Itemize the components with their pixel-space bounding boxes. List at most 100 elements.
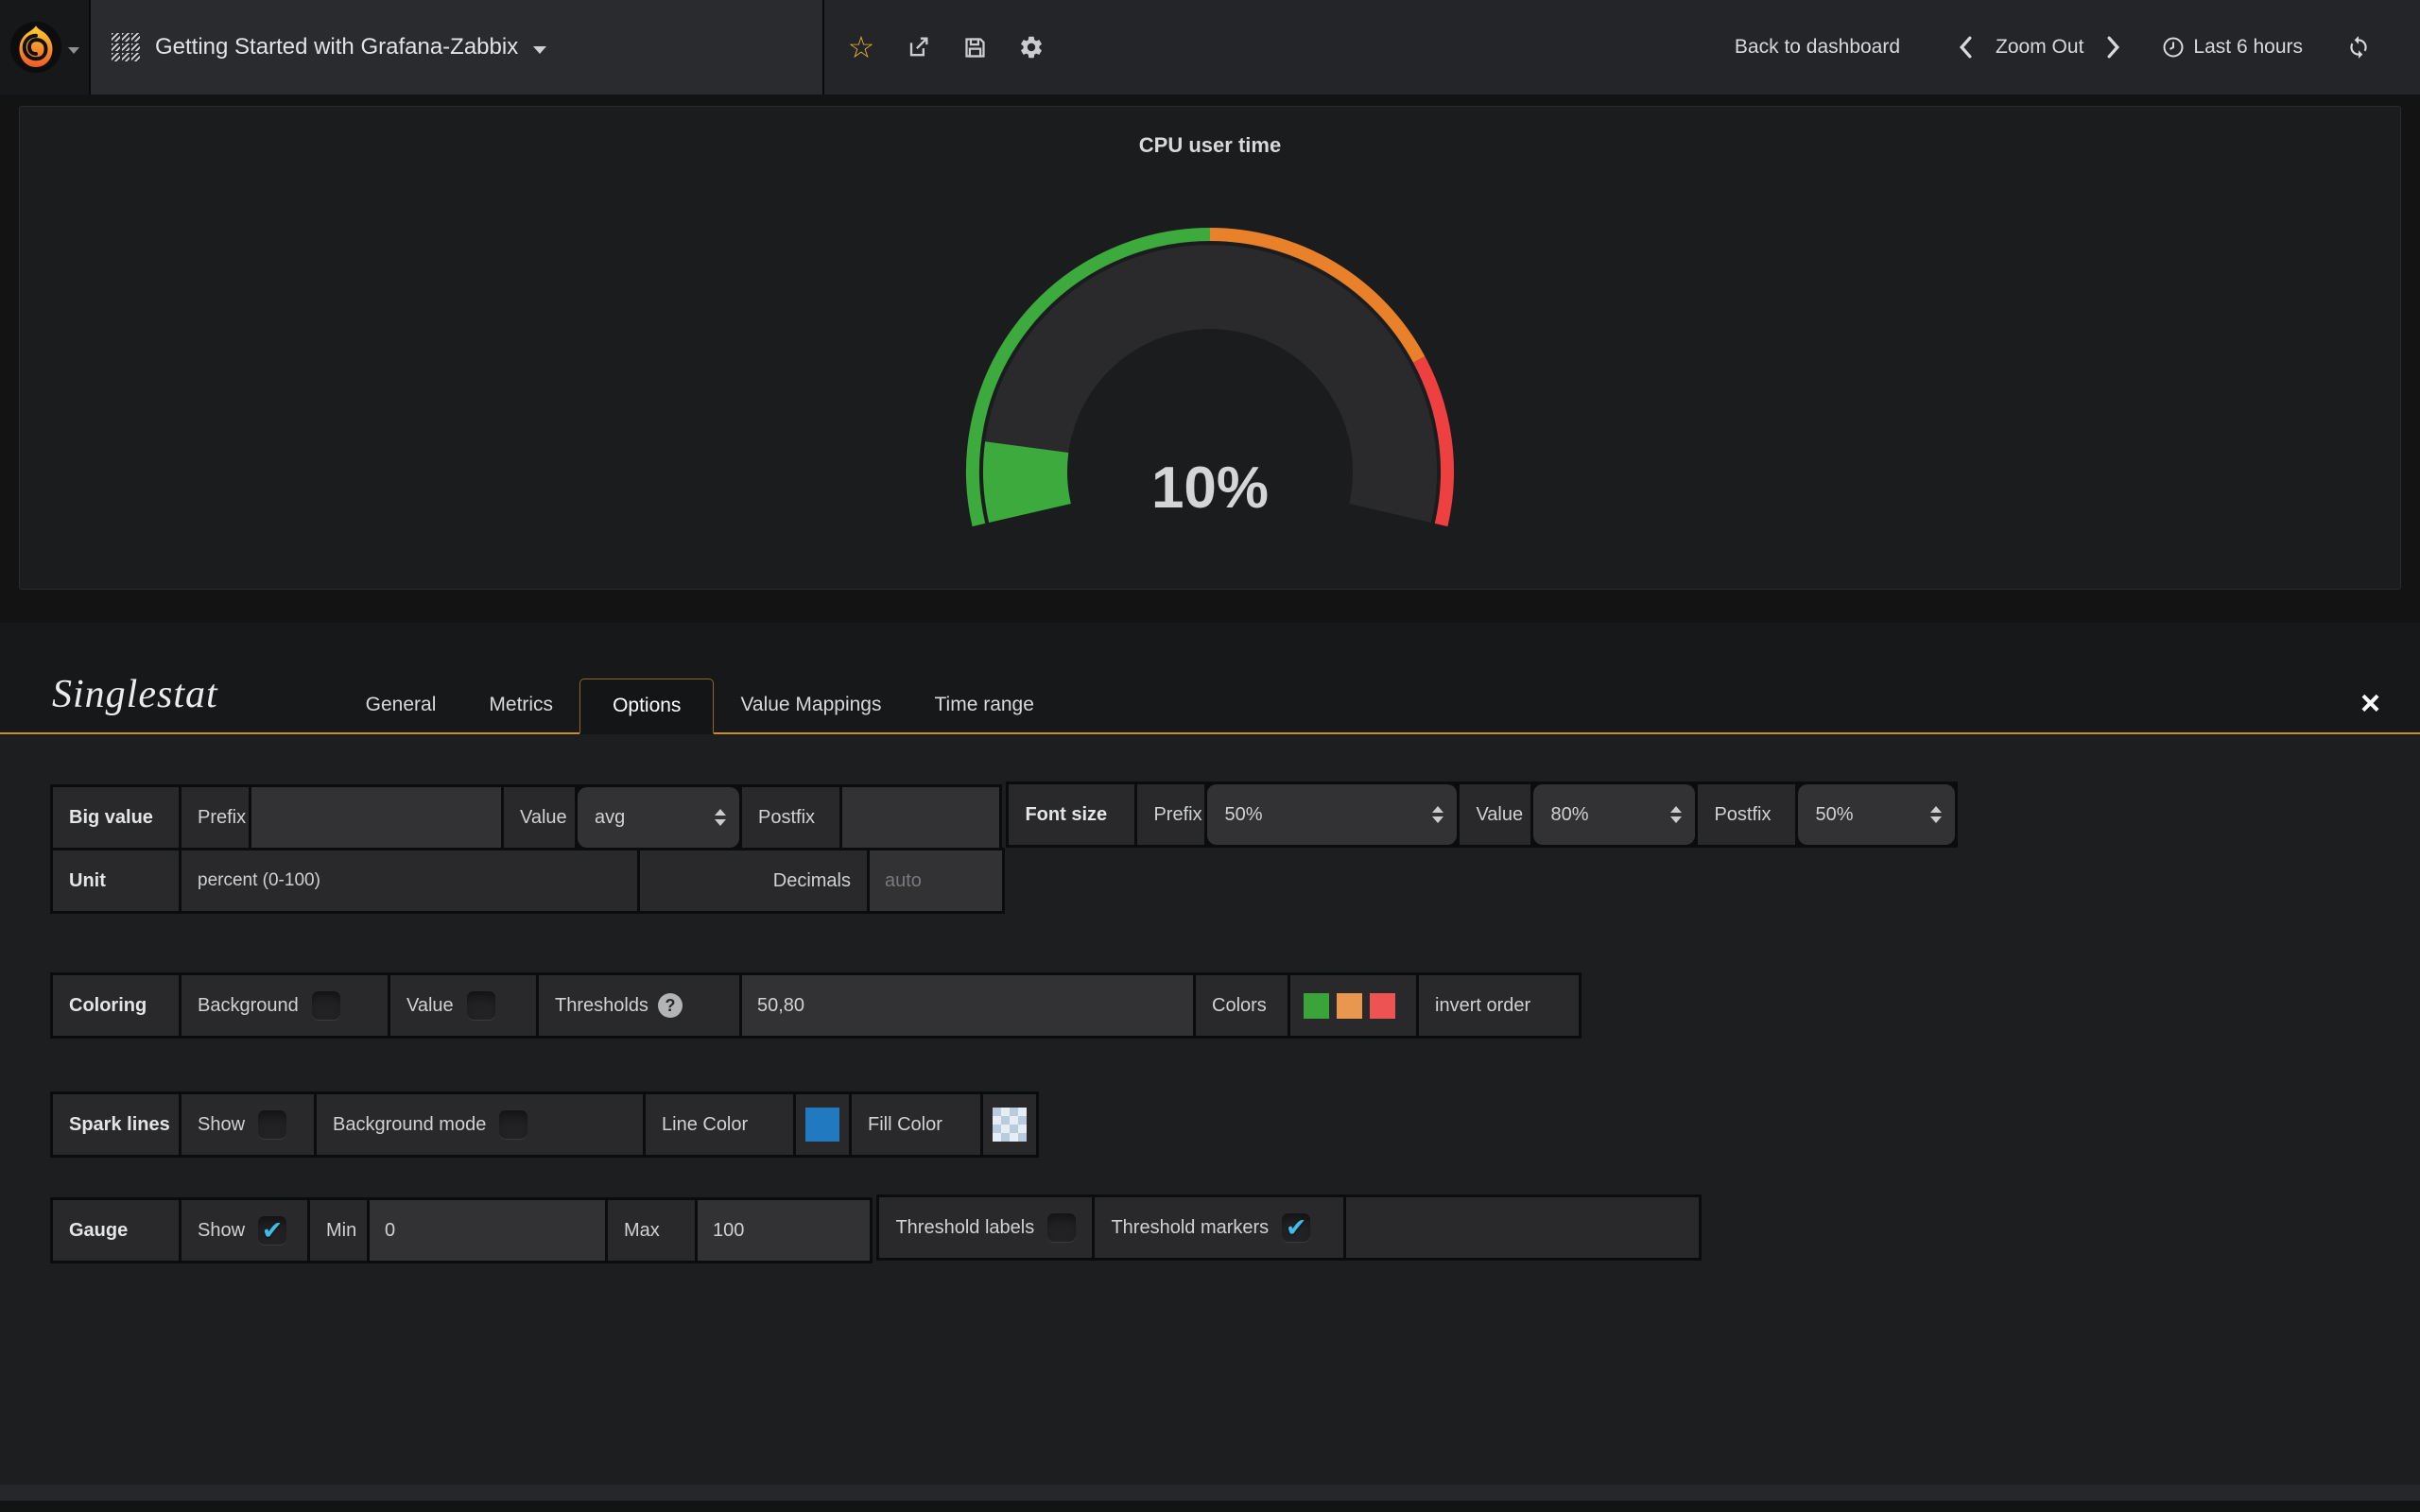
font-size-label: Font size bbox=[1009, 784, 1134, 845]
background-mode-checkbox[interactable] bbox=[499, 1110, 527, 1139]
clock-icon bbox=[2162, 36, 2185, 59]
dashboard-title-button[interactable]: Getting Started with Grafana-Zabbix bbox=[91, 0, 824, 94]
postfix-label: Postfix bbox=[742, 787, 839, 848]
min-label: Min bbox=[310, 1200, 367, 1261]
threshold-color-swatches bbox=[1290, 975, 1416, 1036]
fill-color-swatch[interactable] bbox=[993, 1108, 1027, 1142]
coloring-section: Coloring Background Value Thresholds ? C… bbox=[50, 972, 2420, 1039]
grafana-logo-icon bbox=[9, 21, 62, 74]
refresh-icon[interactable] bbox=[2346, 35, 2371, 60]
line-color-swatch[interactable] bbox=[805, 1108, 839, 1142]
invert-order-button[interactable]: invert order bbox=[1419, 975, 1579, 1036]
threshold-color-swatch-2[interactable] bbox=[1370, 993, 1395, 1019]
unit-value-dropdown[interactable]: percent (0-100) bbox=[182, 850, 637, 911]
spark-lines-row: Spark lines Show Background mode Line Co… bbox=[50, 1091, 1039, 1158]
gear-icon[interactable] bbox=[1017, 33, 1046, 61]
back-to-dashboard-button[interactable]: Back to dashboard bbox=[1735, 36, 1900, 59]
coloring-label: Coloring bbox=[53, 975, 179, 1036]
gauge-show-checkbox[interactable]: ✔ bbox=[258, 1216, 286, 1245]
fill-color-cell bbox=[983, 1094, 1036, 1155]
line-color-label: Line Color bbox=[646, 1094, 793, 1155]
value-label: Value bbox=[1460, 784, 1530, 845]
gauge-label: Gauge bbox=[53, 1200, 179, 1261]
question-mark-icon[interactable]: ? bbox=[658, 993, 683, 1018]
gauge-row: Gauge Show ✔ Min Max bbox=[50, 1197, 873, 1263]
decimals-input[interactable] bbox=[870, 850, 1002, 911]
zoom-out-button[interactable]: Zoom Out bbox=[1986, 36, 2093, 59]
panel-type-title: Singlestat bbox=[52, 672, 218, 717]
coloring-background-toggle[interactable]: Background bbox=[182, 975, 388, 1036]
threshold-labels-checkbox[interactable] bbox=[1047, 1213, 1076, 1242]
singlestat-panel: CPU user time 10% bbox=[19, 106, 2401, 590]
tab-general[interactable]: General bbox=[339, 678, 463, 732]
title-caret-down-icon bbox=[533, 46, 546, 54]
tab-value-mappings[interactable]: Value Mappings bbox=[714, 678, 908, 732]
options-tab-content: Big value Prefix Value avg Postfix Font … bbox=[0, 734, 2420, 1263]
navbar-actions: ☆ bbox=[824, 0, 1046, 94]
dashboard-title: Getting Started with Grafana-Zabbix bbox=[155, 34, 518, 60]
thresholds-label-cell: Thresholds ? bbox=[539, 975, 739, 1036]
grafana-menu-button[interactable] bbox=[0, 0, 91, 94]
max-label: Max bbox=[608, 1200, 695, 1261]
panel-editor: Singlestat GeneralMetricsOptionsValue Ma… bbox=[0, 623, 2420, 1501]
tab-metrics[interactable]: Metrics bbox=[462, 678, 579, 732]
threshold-markers-checkbox[interactable]: ✔ bbox=[1282, 1213, 1310, 1242]
select-spinner-icon bbox=[701, 809, 726, 826]
max-input[interactable] bbox=[698, 1200, 870, 1261]
top-navbar: Getting Started with Grafana-Zabbix ☆ Ba… bbox=[0, 0, 2420, 94]
spark-show-checkbox[interactable] bbox=[258, 1110, 286, 1139]
share-icon[interactable] bbox=[904, 33, 932, 61]
value-checkbox[interactable] bbox=[467, 991, 495, 1020]
colors-label: Colors bbox=[1196, 975, 1288, 1036]
spark-lines-label: Spark lines bbox=[53, 1094, 179, 1155]
value-font-size-select[interactable]: 80% bbox=[1533, 784, 1695, 845]
threshold-markers-toggle[interactable]: Threshold markers ✔ bbox=[1095, 1197, 1343, 1258]
big-value-stat-select[interactable]: avg bbox=[578, 787, 739, 848]
threshold-toggles-row: Threshold labels Threshold markers ✔ bbox=[876, 1194, 1702, 1261]
min-input[interactable] bbox=[370, 1200, 605, 1261]
thresholds-input[interactable] bbox=[742, 975, 1193, 1036]
save-icon[interactable] bbox=[960, 33, 989, 61]
threshold-color-swatch-0[interactable] bbox=[1304, 993, 1329, 1019]
chevron-left-icon[interactable] bbox=[1945, 36, 1986, 59]
select-spinner-icon bbox=[1917, 806, 1942, 823]
unit-label: Unit bbox=[53, 850, 179, 911]
time-range-label: Last 6 hours bbox=[2193, 36, 2303, 59]
prefix-label: Prefix bbox=[182, 787, 249, 848]
chevron-right-icon[interactable] bbox=[2093, 36, 2134, 59]
tab-time-range[interactable]: Time range bbox=[908, 678, 1060, 732]
value-label: Value bbox=[504, 787, 575, 848]
tab-options[interactable]: Options bbox=[579, 679, 714, 734]
gauge-show-toggle[interactable]: Show ✔ bbox=[182, 1200, 307, 1261]
threshold-labels-toggle[interactable]: Threshold labels bbox=[879, 1197, 1092, 1258]
fill-color-label: Fill Color bbox=[852, 1094, 980, 1155]
time-range-picker[interactable]: Last 6 hours bbox=[2162, 36, 2303, 59]
star-icon[interactable]: ☆ bbox=[847, 33, 875, 61]
select-spinner-icon bbox=[1657, 806, 1682, 823]
postfix-font-size-select[interactable]: 50% bbox=[1798, 784, 1955, 845]
value-options-section: Big value Prefix Value avg Postfix Font … bbox=[50, 784, 2420, 914]
bottom-strip bbox=[0, 1485, 2420, 1501]
empty-cell bbox=[1346, 1197, 1699, 1258]
editor-tab-bar: Singlestat GeneralMetricsOptionsValue Ma… bbox=[0, 623, 2420, 734]
background-checkbox[interactable] bbox=[312, 991, 340, 1020]
gauge-value-text: 10% bbox=[1151, 455, 1269, 521]
line-color-cell bbox=[796, 1094, 849, 1155]
big-value-postfix-input[interactable] bbox=[842, 787, 999, 848]
postfix-label: Postfix bbox=[1698, 784, 1795, 845]
big-value-prefix-input[interactable] bbox=[251, 787, 501, 848]
dashboard-grid-icon bbox=[112, 33, 140, 61]
gauge-options-section: Gauge Show ✔ Min Max Threshold labels Th… bbox=[50, 1197, 2420, 1263]
big-value-label: Big value bbox=[53, 787, 179, 848]
decimals-label: Decimals bbox=[640, 850, 867, 911]
prefix-font-size-select[interactable]: 50% bbox=[1207, 784, 1457, 845]
spark-lines-section: Spark lines Show Background mode Line Co… bbox=[50, 1091, 2420, 1158]
spark-show-toggle[interactable]: Show bbox=[182, 1094, 314, 1155]
panel-title[interactable]: CPU user time bbox=[1139, 131, 1281, 160]
gauge-visualization: 10% bbox=[945, 207, 1475, 542]
close-icon[interactable]: × bbox=[2360, 687, 2380, 719]
coloring-value-toggle[interactable]: Value bbox=[390, 975, 536, 1036]
threshold-color-swatch-1[interactable] bbox=[1337, 993, 1362, 1019]
coloring-row: Coloring Background Value Thresholds ? C… bbox=[50, 972, 1582, 1039]
background-mode-toggle[interactable]: Background mode bbox=[317, 1094, 643, 1155]
